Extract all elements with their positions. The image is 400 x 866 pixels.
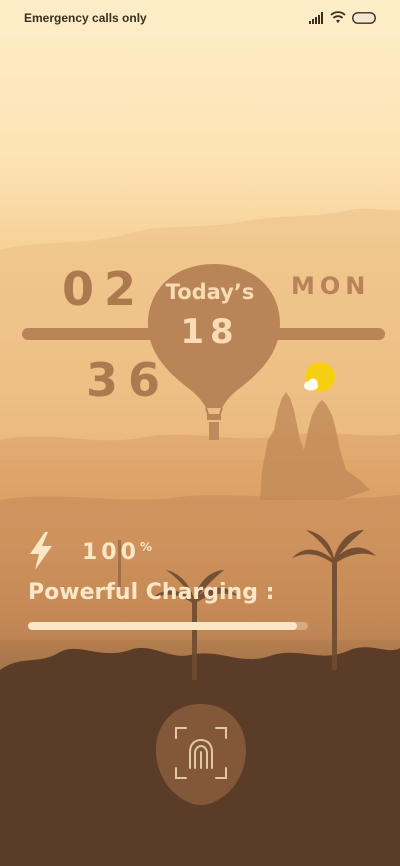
battery-percent-sign: % [139,540,152,554]
charging-progress-bar [28,622,308,630]
lock-screen: Emergency calls only 02 36 MON Today’s 1… [0,0,400,866]
clock-hour: 02 [62,262,147,316]
charging-label: Powerful Charging : [28,580,275,605]
battery-icon [352,12,376,24]
battery-percent-value: 100 [82,540,140,565]
carrier-status-text: Emergency calls only [24,11,147,25]
lightning-bolt-icon [30,532,52,570]
signal-icon [309,12,323,24]
charging-progress-fill [28,622,297,630]
status-bar: Emergency calls only [0,0,400,36]
clock-weekday: MON [291,272,371,300]
fingerprint-icon[interactable] [154,702,248,808]
partly-sunny-icon [304,362,335,392]
today-label: Today’s [165,280,255,304]
battery-percent: 100% [82,540,152,565]
clock-minute: 36 [86,353,171,407]
day-number: 18 [180,312,240,352]
wifi-icon [330,11,346,23]
